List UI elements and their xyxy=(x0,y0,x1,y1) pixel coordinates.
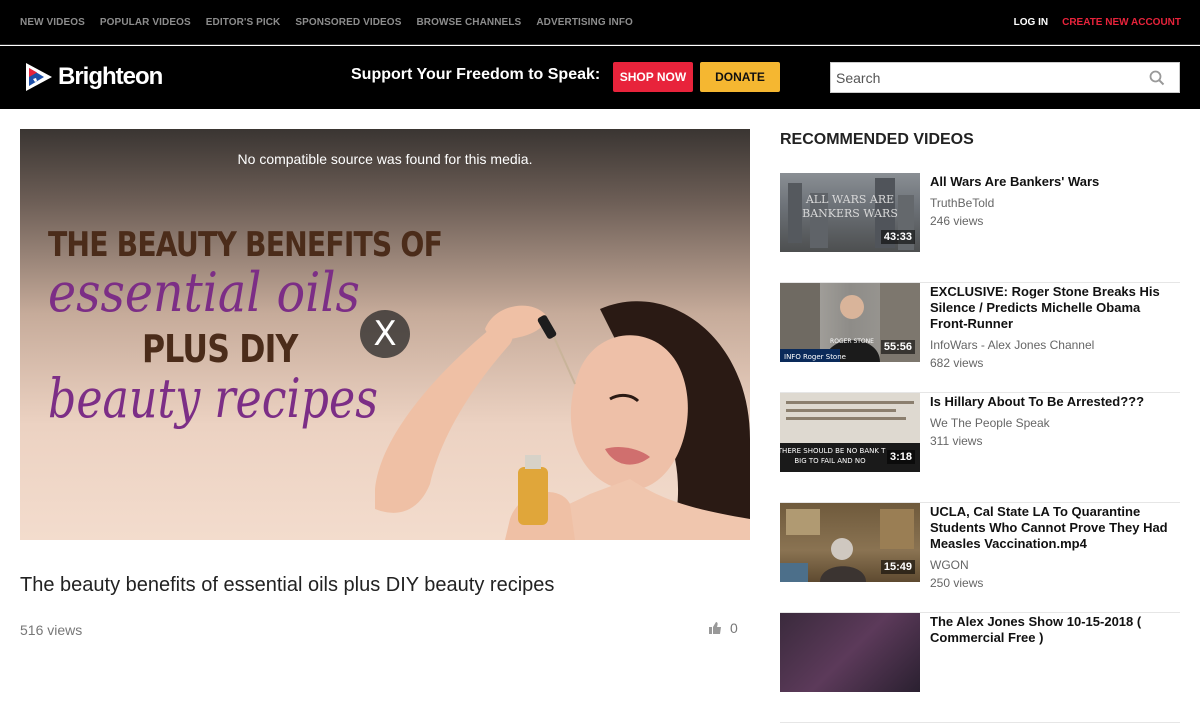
svg-text:INFO Roger Stone: INFO Roger Stone xyxy=(784,353,846,361)
poster-woman-image xyxy=(375,301,750,540)
poster-text-line-2: essential oils xyxy=(48,261,360,324)
recommended-title[interactable]: All Wars Are Bankers' Wars xyxy=(930,174,1180,190)
recommended-views: 246 views xyxy=(930,214,984,228)
recommended-item[interactable]: "THERE SHOULD BE NO BANK T BIG TO FAIL A… xyxy=(780,393,1180,503)
search-icon[interactable] xyxy=(1149,70,1165,91)
brighteon-logo-icon xyxy=(26,63,52,91)
like-control[interactable]: 0 xyxy=(708,620,738,636)
video-thumbnail[interactable]: "THERE SHOULD BE NO BANK T BIG TO FAIL A… xyxy=(780,393,920,472)
video-title: The beauty benefits of essential oils pl… xyxy=(20,574,555,596)
poster-text-line-3: PLUS DIY xyxy=(142,327,298,371)
nav-link-sponsored-videos[interactable]: SPONSORED VIDEOS xyxy=(295,17,401,28)
nav-link-editors-pick[interactable]: EDITOR'S PICK xyxy=(206,17,281,28)
recommended-views: 682 views xyxy=(930,356,984,370)
recommended-channel[interactable]: TruthBeTold xyxy=(930,196,994,210)
support-text: Support Your Freedom to Speak: xyxy=(351,66,601,83)
player-close-button[interactable]: X xyxy=(360,310,410,358)
recommended-title[interactable]: UCLA, Cal State LA To Quarantine Student… xyxy=(930,504,1180,552)
recommended-heading: RECOMMENDED VIDEOS xyxy=(780,131,974,148)
recommended-views: 311 views xyxy=(930,434,983,448)
like-count: 0 xyxy=(730,620,738,636)
video-thumbnail[interactable] xyxy=(780,613,920,692)
recommended-views: 250 views xyxy=(930,576,984,590)
video-duration: 3:18 xyxy=(886,450,915,464)
account-links: LOG IN CREATE NEW ACCOUNT xyxy=(1014,17,1181,28)
search-box xyxy=(830,62,1180,93)
video-duration: 55:56 xyxy=(880,340,915,354)
svg-text:BIG TO FAIL AND NO: BIG TO FAIL AND NO xyxy=(794,457,866,465)
donate-button[interactable]: DONATE xyxy=(700,62,780,92)
nav-link-new-videos[interactable]: NEW VIDEOS xyxy=(20,17,85,28)
recommended-title[interactable]: Is Hillary About To Be Arrested??? xyxy=(930,394,1180,410)
video-player[interactable]: No compatible source was found for this … xyxy=(20,129,750,540)
svg-text:BANKERS WARS: BANKERS WARS xyxy=(802,207,898,220)
brighteon-logo[interactable]: Brighteon xyxy=(24,61,163,93)
recommended-item[interactable]: ROGER STONE INFO Roger Stone 55:56 EXCLU… xyxy=(780,283,1180,393)
recommended-channel[interactable]: InfoWars - Alex Jones Channel xyxy=(930,338,1094,352)
top-nav-links: NEW VIDEOS POPULAR VIDEOS EDITOR'S PICK … xyxy=(20,17,633,28)
nav-link-advertising-info[interactable]: ADVERTISING INFO xyxy=(536,17,633,28)
svg-text:"THERE SHOULD BE NO BANK T: "THERE SHOULD BE NO BANK T xyxy=(780,447,886,455)
video-duration: 43:33 xyxy=(880,230,915,244)
recommended-title[interactable]: EXCLUSIVE: Roger Stone Breaks His Silenc… xyxy=(930,284,1180,332)
recommended-list: ALL WARS ARE BANKERS WARS 43:33 All Wars… xyxy=(780,173,1180,723)
login-link[interactable]: LOG IN xyxy=(1014,17,1048,28)
recommended-title[interactable]: The Alex Jones Show 10-15-2018 ( Commerc… xyxy=(930,614,1180,646)
create-account-link[interactable]: CREATE NEW ACCOUNT xyxy=(1062,17,1181,28)
player-error-message: No compatible source was found for this … xyxy=(237,151,533,167)
svg-text:ROGER STONE: ROGER STONE xyxy=(830,338,874,345)
video-duration: 15:49 xyxy=(880,560,915,574)
nav-link-popular-videos[interactable]: POPULAR VIDEOS xyxy=(100,17,191,28)
search-input[interactable] xyxy=(831,63,1141,92)
nav-link-browse-channels[interactable]: BROWSE CHANNELS xyxy=(416,17,521,28)
shop-now-button[interactable]: SHOP NOW xyxy=(613,62,693,92)
video-thumbnail[interactable]: ROGER STONE INFO Roger Stone 55:56 xyxy=(780,283,920,362)
recommended-item[interactable]: 15:49 UCLA, Cal State LA To Quarantine S… xyxy=(780,503,1180,613)
top-navigation: NEW VIDEOS POPULAR VIDEOS EDITOR'S PICK … xyxy=(0,0,1200,45)
site-header: Brighteon Support Your Freedom to Speak:… xyxy=(0,46,1200,109)
logo-text: Brighteon xyxy=(58,63,163,90)
poster-text-line-1: THE BEAUTY BENEFITS OF xyxy=(48,225,443,265)
recommended-channel[interactable]: We The People Speak xyxy=(930,416,1050,430)
video-thumbnail[interactable]: 15:49 xyxy=(780,503,920,582)
recommended-channel[interactable]: WGON xyxy=(930,558,969,572)
video-thumbnail[interactable]: ALL WARS ARE BANKERS WARS 43:33 xyxy=(780,173,920,252)
svg-text:ALL WARS ARE: ALL WARS ARE xyxy=(805,193,894,206)
poster-text-line-4: beauty recipes xyxy=(48,367,378,430)
video-views: 516 views xyxy=(20,622,83,638)
thumbs-up-icon xyxy=(709,622,721,634)
recommended-item[interactable]: ALL WARS ARE BANKERS WARS 43:33 All Wars… xyxy=(780,173,1180,283)
